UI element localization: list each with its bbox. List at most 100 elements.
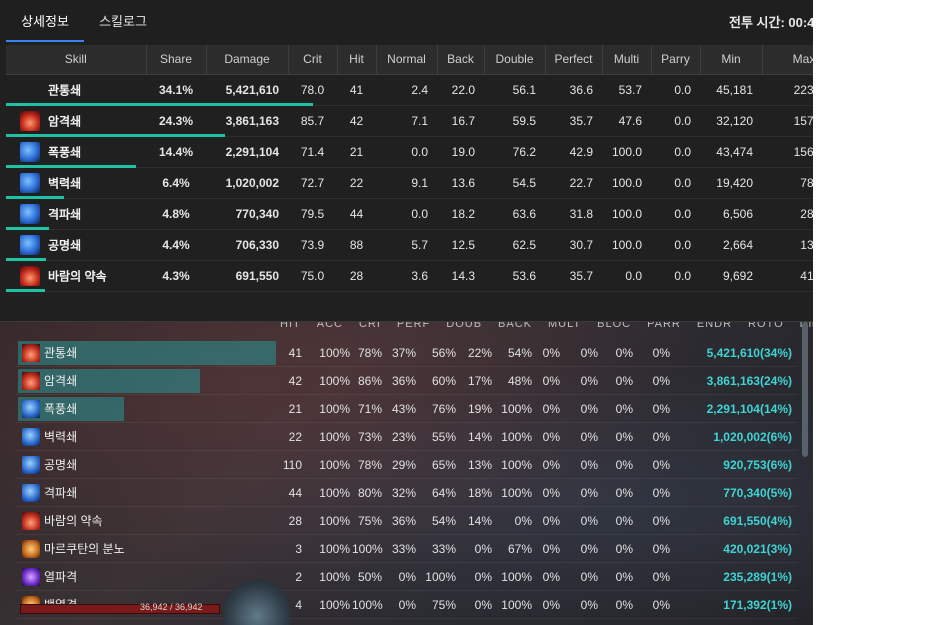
column-header[interactable]: Back [437, 45, 485, 75]
perfect-cell: 22.7 [545, 167, 602, 199]
overlay-bloc-cell: 0% [542, 598, 560, 612]
overlay-perf-cell: 29% [391, 458, 416, 472]
overlay-back-cell: 14% [467, 514, 492, 528]
skill-name: 공명쇄 [48, 238, 82, 252]
parry-cell: 0.0 [651, 74, 700, 106]
overlay-header-label: PARR [647, 322, 681, 330]
overlay-acc-cell: 100% [319, 598, 350, 612]
column-header[interactable]: Skill [6, 45, 147, 75]
overlay-row[interactable]: 암격쇄 42 100% 86% 36% 60% 17% 48% 0% 0% 0% 0% 3,861,16… [16, 367, 798, 395]
overlay-hit-cell: 2 [295, 570, 302, 584]
overlay-skill-name: 벽력쇄 [44, 430, 78, 444]
column-header[interactable]: Share [146, 45, 207, 75]
overlay-doub-cell: 75% [431, 598, 456, 612]
overlay-parr-cell: 0% [580, 542, 598, 556]
table-row[interactable]: 폭풍쇄 14.4% 2,291,104 71.4 21 0.0 19.0 76.2 42.9 10… [6, 136, 813, 168]
overlay-endr-cell: 0% [615, 542, 633, 556]
back-cell: 22.0 [437, 74, 484, 106]
overlay-doub-cell: 76% [431, 402, 456, 416]
overlay-parr-cell: 0% [580, 486, 598, 500]
normal-cell: 5.7 [376, 229, 437, 261]
table-row[interactable]: 암격쇄 24.3% 3,861,163 85.7 42 7.1 16.7 59.5 35.7 47… [6, 105, 813, 137]
tab-skill-log[interactable]: 스킬로그 [88, 0, 158, 42]
overlay-perf-cell: 23% [391, 430, 416, 444]
overlay-back-cell: 13% [467, 458, 492, 472]
skill-icon [20, 110, 40, 131]
overlay-acc-cell: 100% [319, 430, 350, 444]
column-header[interactable]: Parry [651, 45, 701, 75]
column-header[interactable]: Normal [376, 45, 438, 75]
overlay-parr-cell: 0% [580, 374, 598, 388]
multi-cell: 100.0 [602, 136, 651, 168]
overlay-mult-cell: 67% [507, 542, 532, 556]
hit-cell: 88 [337, 229, 376, 261]
table-row[interactable]: 바람의 약속 4.3% 691,550 75.0 28 3.6 14.3 53.6 35.7 0.… [6, 260, 813, 292]
overlay-skill-name: 바람의 약속 [44, 514, 103, 528]
overlay-back-cell: 19% [467, 402, 492, 416]
overlay-mult-cell: 100% [501, 402, 532, 416]
share-cell: 14.4% [146, 136, 206, 168]
overlay-header-label: BACK [498, 322, 533, 330]
overlay-header-label: ACC [316, 322, 343, 330]
overlay-skill-name: 폭풍쇄 [44, 402, 78, 416]
column-header[interactable]: Max [762, 45, 813, 75]
max-cell: 156,685 [762, 136, 813, 168]
min-cell: 19,420 [700, 167, 762, 199]
overlay-hit-cell: 110 [282, 458, 302, 472]
column-header[interactable]: Min [700, 45, 763, 75]
overlay-row[interactable]: 열파격 2 100% 50% 0% 100% 0% 100% 0% 0% 0% 0% 235,289(1… [16, 563, 798, 591]
multi-cell: 0.0 [602, 260, 651, 292]
min-cell: 9,692 [700, 260, 762, 292]
overlay-cri-cell: 75% [357, 514, 382, 528]
overlay-row[interactable]: 폭풍쇄 21 100% 71% 43% 76% 19% 100% 0% 0% 0% 0% 2,291,1… [16, 395, 798, 423]
perfect-cell: 30.7 [545, 229, 602, 261]
damage-cell: 5,421,610 [206, 74, 288, 106]
share-cell: 4.3% [146, 260, 206, 292]
skill-cell: 격파쇄 [6, 198, 146, 230]
column-header[interactable]: Hit [337, 45, 377, 75]
overlay-doub-cell: 65% [431, 458, 456, 472]
column-header[interactable]: Crit [288, 45, 338, 75]
overlay-row[interactable]: 공명쇄 110 100% 78% 29% 65% 13% 100% 0% 0% 0% 0% 920,75… [16, 451, 798, 479]
hit-cell: 28 [337, 260, 376, 292]
overlay-damage-cell: 691,550(4%) [723, 514, 792, 528]
parry-cell: 0.0 [651, 105, 700, 137]
overlay-skill-icon [22, 428, 40, 446]
overlay-header: HIT ACC CRI PERF DOUB BACK MULT BLOC PARR ENDR ROT… [280, 322, 813, 330]
perfect-cell: 36.6 [545, 74, 602, 106]
game-overlay-meter: HIT ACC CRI PERF DOUB BACK MULT BLOC PARR ENDR ROT… [0, 322, 813, 625]
table-row[interactable]: 공명쇄 4.4% 706,330 73.9 88 5.7 12.5 62.5 30.7 100.0… [6, 229, 813, 261]
double-cell: 76.2 [484, 136, 545, 168]
overlay-doub-cell: 56% [431, 346, 456, 360]
overlay-row[interactable]: 격파쇄 44 100% 80% 32% 64% 18% 100% 0% 0% 0% 0% 770,340… [16, 479, 798, 507]
column-header[interactable]: Perfect [545, 45, 603, 75]
column-header[interactable]: Damage [206, 45, 289, 75]
overlay-row[interactable]: 관통쇄 41 100% 78% 37% 56% 22% 54% 0% 0% 0% 0% 5,421,61… [16, 339, 798, 367]
table-row[interactable]: 관통쇄 34.1% 5,421,610 78.0 41 2.4 22.0 56.1 36.6 53… [6, 74, 813, 106]
column-header[interactable]: Double [484, 45, 546, 75]
table-row[interactable]: 격파쇄 4.8% 770,340 79.5 44 0.0 18.2 63.6 31.8 100.0… [6, 198, 813, 230]
overlay-damage-cell: 2,291,104(14%) [706, 402, 792, 416]
overlay-hit-cell: 41 [288, 346, 302, 360]
skill-icon [20, 203, 40, 224]
min-cell: 43,474 [700, 136, 762, 168]
overlay-row[interactable]: 마르쿠탄의 분노 3 100% 100% 33% 33% 0% 67% 0% 0% 0% 0% 420,… [16, 535, 798, 563]
table-row[interactable]: 벽력쇄 6.4% 1,020,002 72.7 22 9.1 13.6 54.5 22.7 100… [6, 167, 813, 199]
tab-detail-info[interactable]: 상세정보 [6, 0, 84, 42]
overlay-row[interactable]: 벽력쇄 22 100% 73% 23% 55% 14% 100% 0% 0% 0% 0% 1,020,0… [16, 423, 798, 451]
overlay-bloc-cell: 0% [542, 430, 560, 444]
column-header[interactable]: Multi [602, 45, 652, 75]
scrollbar-thumb[interactable] [802, 322, 808, 457]
overlay-skill-icon [22, 344, 40, 362]
share-cell: 34.1% [146, 74, 206, 106]
overlay-endr-cell: 0% [615, 598, 633, 612]
min-cell: 45,181 [700, 74, 762, 106]
damage-meter-window: 상세정보 스킬로그 전투 시간: 00:4 Skill Share Damage Cr… [0, 0, 813, 322]
overlay-doub-cell: 64% [431, 486, 456, 500]
overlay-parr-cell: 0% [580, 514, 598, 528]
skill-cell: 공명쇄 [6, 229, 146, 261]
overlay-acc-cell: 100% [319, 374, 350, 388]
overlay-row[interactable]: 바람의 약속 28 100% 75% 36% 54% 14% 0% 0% 0% 0% 0% 691,55… [16, 507, 798, 535]
crit-cell: 85.7 [288, 105, 337, 137]
overlay-endr-cell: 0% [615, 570, 633, 584]
